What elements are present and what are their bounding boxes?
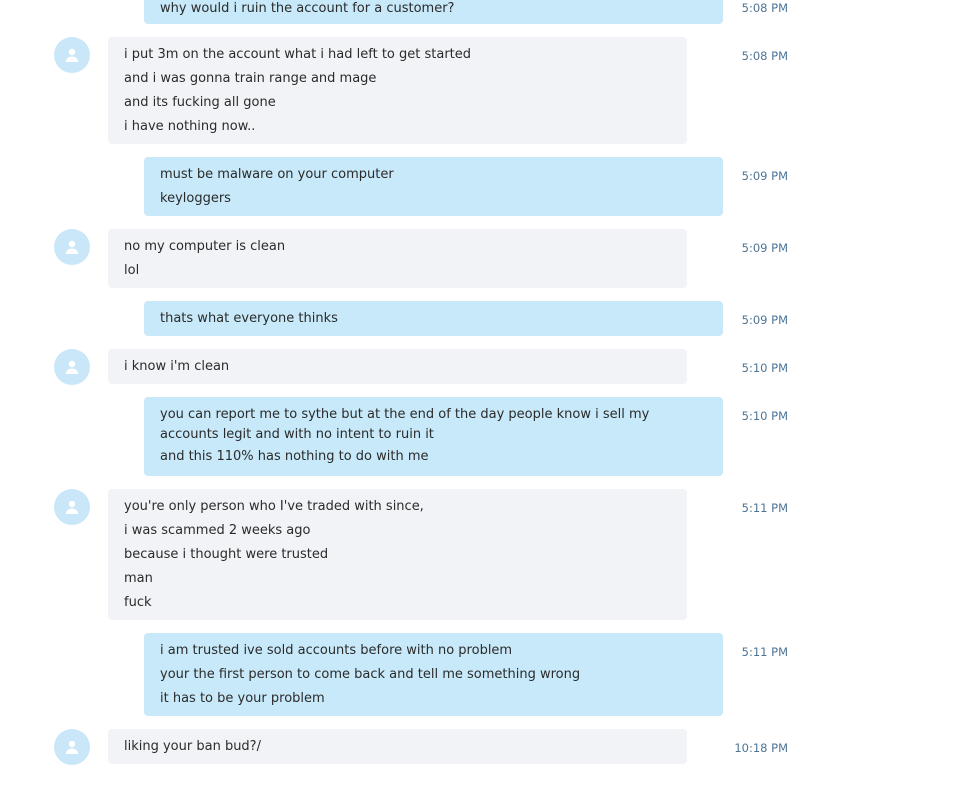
person-icon [66,740,78,754]
message-line: it has to be your problem [160,691,325,706]
message-bubble-incoming: no my computer is clean lol [108,229,687,288]
message-line: i know i'm clean [124,359,230,374]
message-bubble-outgoing: must be malware on your computer keylogg… [144,157,723,216]
message-line: i am trusted ive sold accounts before wi… [160,643,513,658]
message-bubble-incoming: i know i'm clean [108,349,687,384]
person-icon [66,48,78,62]
message-timestamp: 5:11 PM [741,501,788,515]
message-timestamp: 5:09 PM [741,241,788,255]
message-line: i have nothing now.. [124,119,256,134]
person-icon [66,240,78,254]
message-bubble-incoming: liking your ban bud?/ [108,729,687,764]
message-line: your the first person to come back and t… [160,667,581,682]
message-timestamp: 5:10 PM [741,409,788,423]
contact-avatar[interactable] [54,349,90,385]
message-line: liking your ban bud?/ [124,739,261,754]
message-line: you're only person who I've traded with … [124,499,424,514]
message-line: you can report me to sythe but at the en… [160,407,650,442]
message-line: i put 3m on the account what i had left … [124,47,472,62]
message-line: thats what everyone thinks [160,311,338,326]
message-bubble-outgoing: you can report me to sythe but at the en… [144,397,723,476]
message-line: fuck [124,595,152,610]
message-timestamp: 5:11 PM [741,645,788,659]
message-line: and its fucking all gone [124,95,276,110]
message-line: and this 110% has nothing to do with me [160,449,429,464]
message-bubble-incoming: you're only person who I've traded with … [108,489,687,620]
message-timestamp: 5:10 PM [741,361,788,375]
message-bubble-outgoing: why would i ruin the account for a custo… [144,0,723,24]
message-line: why would i ruin the account for a custo… [160,1,455,16]
message-line: i was scammed 2 weeks ago [124,523,311,538]
message-timestamp: 5:09 PM [741,169,788,183]
message-bubble-incoming: i put 3m on the account what i had left … [108,37,687,144]
message-line: man [124,571,153,586]
message-line: must be malware on your computer [160,167,394,182]
message-timestamp: 5:08 PM [741,1,788,15]
message-bubble-outgoing: thats what everyone thinks [144,301,723,336]
message-line: keyloggers [160,191,231,206]
person-icon [66,360,78,374]
person-icon [66,500,78,514]
message-timestamp: 5:09 PM [741,313,788,327]
message-timestamp: 5:08 PM [741,49,788,63]
message-line: no my computer is clean [124,239,286,254]
message-timestamp: 10:18 PM [734,741,788,755]
message-line: and i was gonna train range and mage [124,71,377,86]
message-bubble-outgoing: i am trusted ive sold accounts before wi… [144,633,723,716]
message-line: lol [124,263,140,278]
contact-avatar[interactable] [54,37,90,73]
message-line: because i thought were trusted [124,547,329,562]
contact-avatar[interactable] [54,729,90,765]
contact-avatar[interactable] [54,489,90,525]
contact-avatar[interactable] [54,229,90,265]
